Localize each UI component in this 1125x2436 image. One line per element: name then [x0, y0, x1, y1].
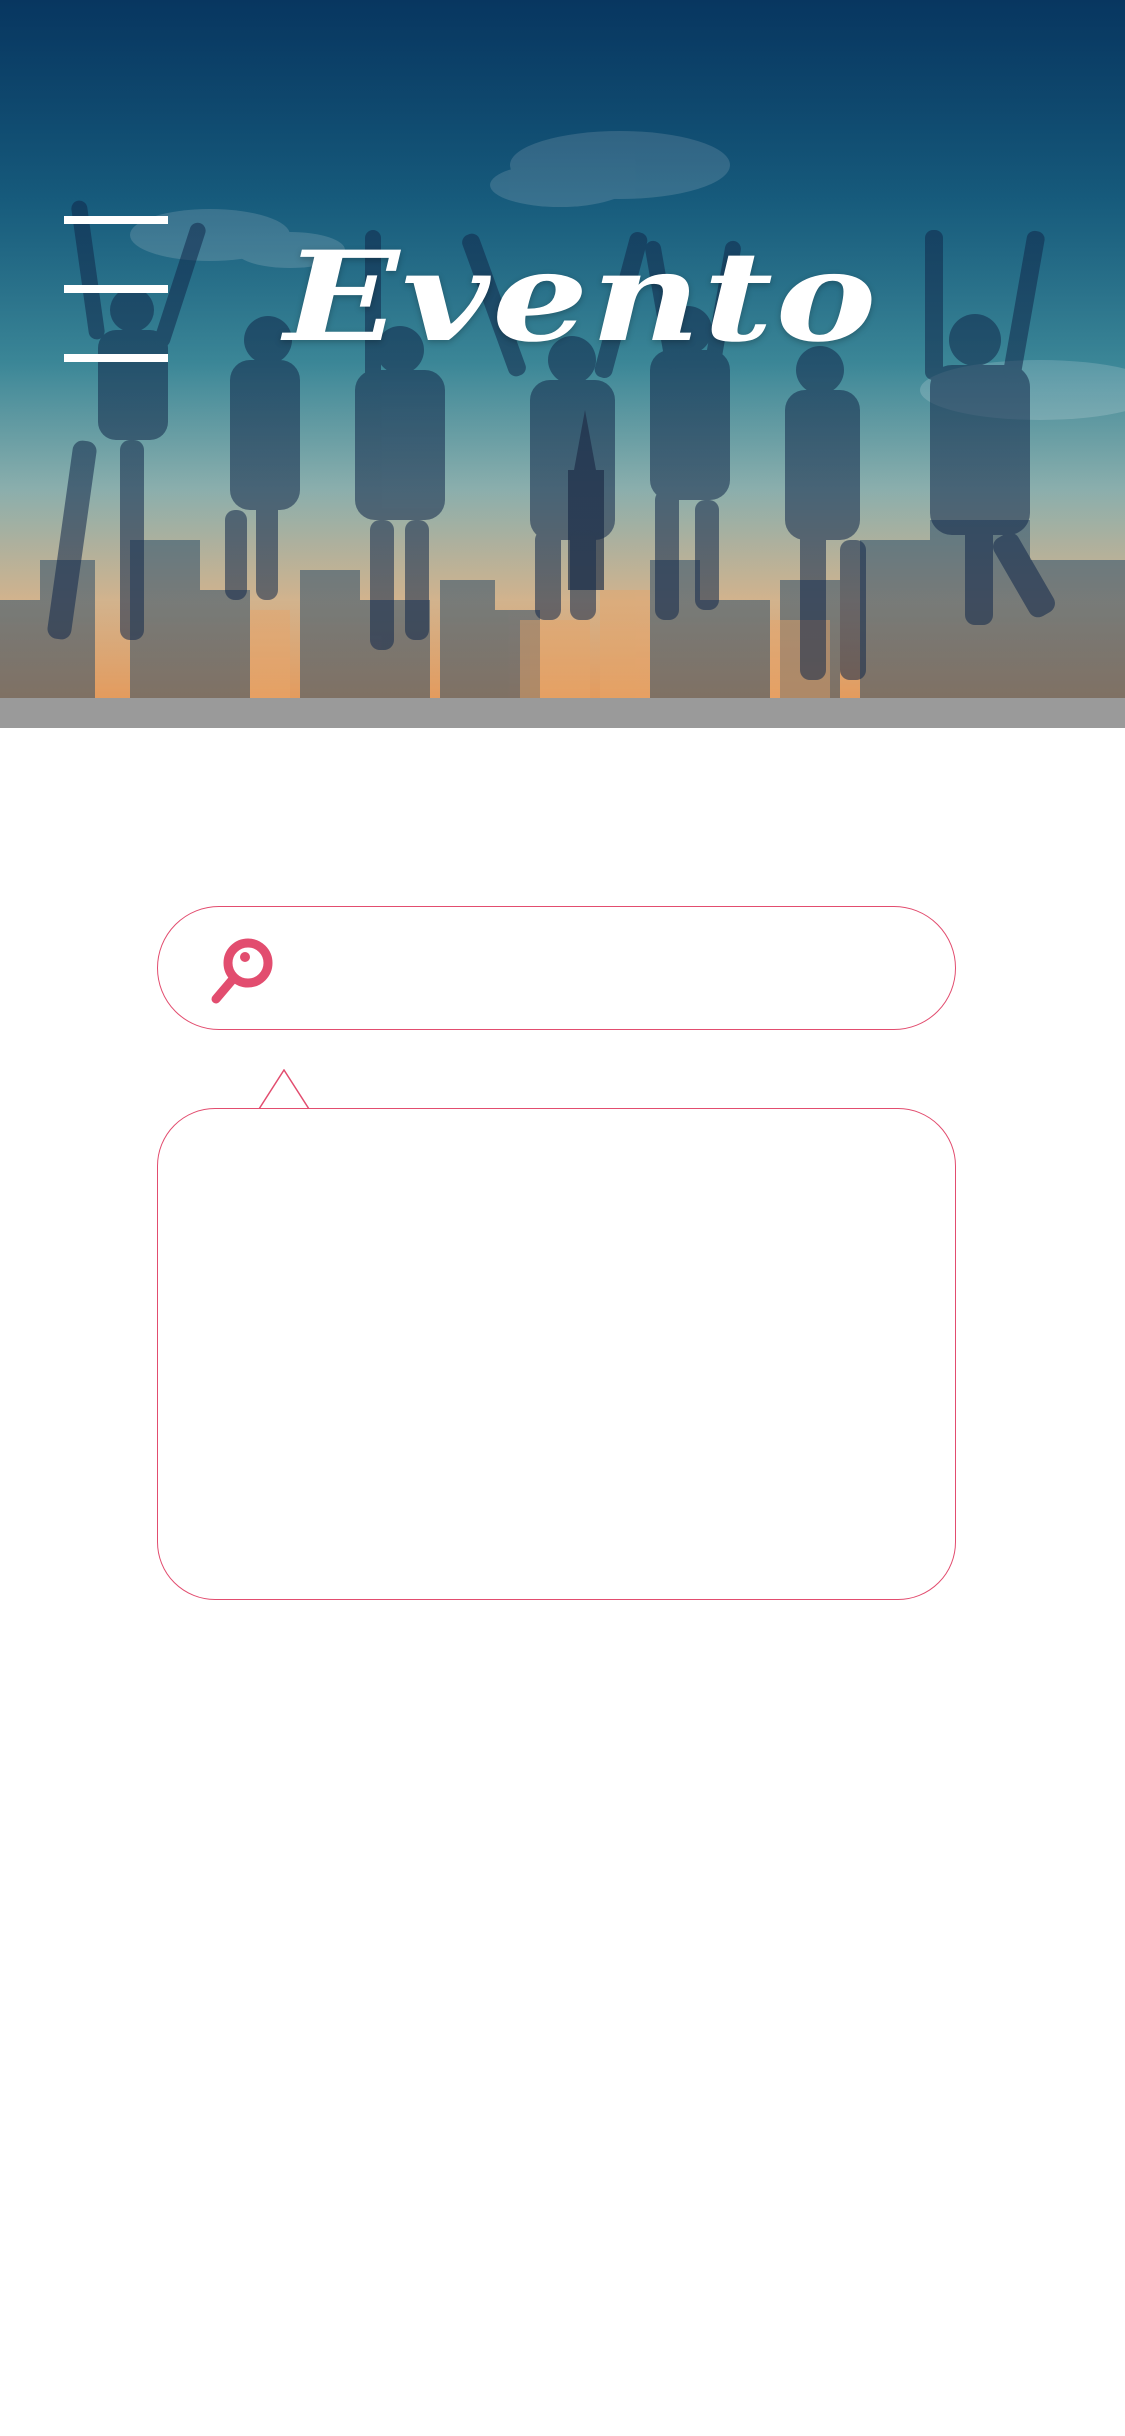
bubble-pointer [258, 1069, 310, 1110]
menu-line [64, 285, 168, 293]
brand-title: Evento [284, 225, 879, 370]
menu-line [64, 354, 168, 362]
search-input[interactable] [298, 929, 902, 1009]
header-divider-bar [0, 698, 1125, 728]
search-results-panel [157, 1108, 956, 1600]
app-screen: Evento [0, 0, 1125, 2436]
hamburger-menu-icon[interactable] [64, 214, 168, 366]
search-box[interactable] [157, 906, 956, 1030]
search-icon[interactable] [208, 937, 274, 1007]
menu-line [64, 216, 168, 224]
hero-header: Evento [0, 0, 1125, 698]
